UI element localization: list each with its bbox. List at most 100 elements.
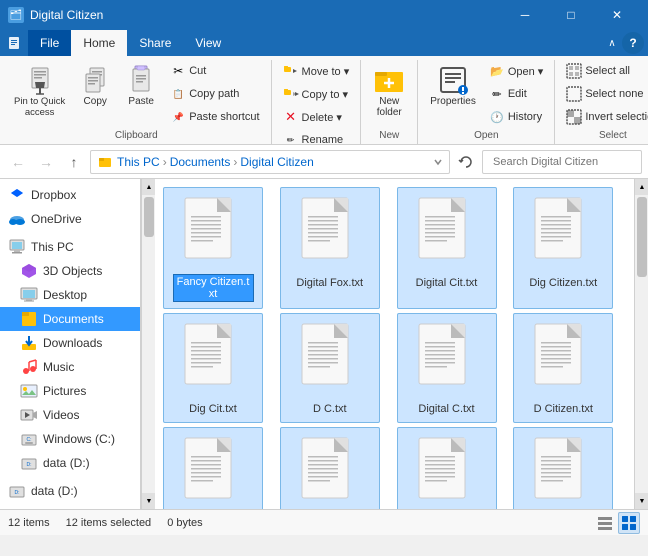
paste-shortcut-button[interactable]: 📌 Paste shortcut [165, 106, 264, 128]
file-icon-5 [177, 320, 249, 400]
sidebar-item-onedrive[interactable]: OneDrive [0, 207, 140, 231]
ribbon-group-clipboard: Pin to Quickaccess [2, 60, 272, 144]
edit-button[interactable]: ✏ Edit [484, 83, 549, 105]
file-item-digital-ctzn[interactable]: Digital Ctzn.txt [397, 427, 497, 509]
sidebar-item-documents[interactable]: Documents [0, 307, 140, 331]
file-item-digital-fox[interactable]: Digital Fox.txt [280, 187, 380, 309]
open-button[interactable]: 📂 Open ▾ [484, 60, 549, 82]
search-input[interactable] [493, 156, 635, 168]
view-large-icons-button[interactable] [618, 512, 640, 534]
open-icon: 📂 [489, 63, 505, 79]
tab-share[interactable]: Share [127, 30, 183, 56]
breadcrumb-this-pc[interactable]: This PC [117, 155, 160, 169]
search-box[interactable] [482, 150, 642, 174]
app-icon: 🗂 [8, 7, 24, 23]
back-button[interactable]: ← [6, 150, 30, 174]
history-button[interactable]: 🕐 History [484, 106, 549, 128]
properties-label: Properties [430, 96, 476, 107]
sidebar-item-music[interactable]: Music [0, 355, 140, 379]
file-scroll-thumb[interactable] [637, 197, 647, 277]
select-all-button[interactable]: Select all [561, 60, 648, 82]
delete-button[interactable]: ✕ Delete ▾ [278, 106, 355, 128]
sidebar-item-this-pc[interactable]: This PC [0, 235, 140, 259]
tab-view[interactable]: View [183, 30, 233, 56]
breadcrumb-documents[interactable]: Documents [170, 155, 231, 169]
cut-button[interactable]: ✂ Cut [165, 60, 264, 82]
file-scroll-down[interactable]: ▼ [635, 493, 648, 509]
pin-to-quick-access-button[interactable]: Pin to Quickaccess [8, 60, 71, 123]
sidebar-item-3d-objects[interactable]: 3D Objects [0, 259, 140, 283]
sidebar-item-downloads[interactable]: Downloads [0, 331, 140, 355]
sidebar-scrollbar: ▲ ▼ [141, 179, 155, 509]
new-folder-button[interactable]: Newfolder [367, 60, 411, 122]
copy-path-button[interactable]: 📋 Copy path [165, 83, 264, 105]
ribbon-content: Pin to Quickaccess [0, 56, 648, 144]
new-folder-icon [373, 64, 405, 96]
sidebar-item-desktop[interactable]: Desktop [0, 283, 140, 307]
this-pc-label: This PC [31, 240, 74, 254]
sidebar-item-network[interactable]: Network [0, 507, 140, 509]
sidebar-scroll-up[interactable]: ▲ [142, 179, 156, 195]
sidebar-item-data-d[interactable]: D: data (D:) [0, 451, 140, 475]
file-scroll-up[interactable]: ▲ [635, 179, 648, 195]
refresh-button[interactable] [454, 150, 478, 174]
paste-icon [125, 64, 157, 96]
copy-to-button[interactable]: Copy to ▾ [278, 83, 355, 105]
title-bar: 🗂 Digital Citizen ─ □ ✕ [0, 0, 648, 30]
file-item-dig-cit[interactable]: Dig Cit.txt [163, 313, 263, 423]
file-item-digital-citizen[interactable]: Digital Citizen.txt [513, 427, 613, 509]
invert-selection-button[interactable]: Invert selection [561, 106, 648, 128]
paste-shortcut-icon: 📌 [170, 109, 186, 125]
minimize-button[interactable]: ─ [502, 0, 548, 30]
delete-label: Delete ▾ [302, 111, 342, 124]
sidebar-item-pictures[interactable]: Pictures [0, 379, 140, 403]
forward-button[interactable]: → [34, 150, 58, 174]
file-icon-7 [411, 320, 483, 400]
file-label-renaming-1[interactable]: Fancy Citizen.txt [173, 274, 254, 302]
sidebar-item-windows-c[interactable]: C: Windows (C:) [0, 427, 140, 451]
file-item-digital-c[interactable]: Digital C.txt [397, 313, 497, 423]
maximize-button[interactable]: □ [548, 0, 594, 30]
file-icon-3 [411, 194, 483, 274]
file-item-dig-citizen[interactable]: Dig Citizen.txt [513, 187, 613, 309]
ribbon-group-new: Newfolder New [361, 60, 418, 144]
sidebar-item-dropbox[interactable]: Dropbox [0, 183, 140, 207]
select-none-button[interactable]: Select none [561, 83, 648, 105]
file-item-fancy-citizen[interactable]: Fancy Citizen.txt [163, 187, 263, 309]
file-label-6: D C.txt [311, 402, 349, 416]
file-item-d-c[interactable]: D C.txt [280, 313, 380, 423]
videos-label: Videos [43, 408, 79, 422]
sidebar-scroll-thumb[interactable] [144, 197, 154, 237]
open-label: Open [474, 128, 498, 144]
documents-label: Documents [43, 312, 104, 326]
properties-icon [437, 64, 469, 96]
file-icon-2 [294, 194, 366, 274]
view-details-button[interactable] [594, 512, 616, 534]
cut-icon: ✂ [170, 63, 186, 79]
file-item-d-citizen[interactable]: D Citizen.txt [513, 313, 613, 423]
close-button[interactable]: ✕ [594, 0, 640, 30]
paste-button[interactable]: Paste [119, 60, 163, 111]
tab-file[interactable]: File [28, 30, 71, 56]
sidebar-item-videos[interactable]: Videos [0, 403, 140, 427]
sidebar-scroll-down[interactable]: ▼ [142, 493, 156, 509]
rename-button[interactable]: ✏ Rename [278, 129, 355, 151]
up-button[interactable]: ↑ [62, 150, 86, 174]
file-item-dgtl-citizen[interactable]: Dgtl Citizen.txt [280, 427, 380, 509]
downloads-icon [20, 334, 38, 352]
file-item-dgtl-ctzn[interactable]: Dgtl Ctzn.txt [163, 427, 263, 509]
paste-shortcut-label: Paste shortcut [189, 111, 259, 123]
breadcrumb[interactable]: This PC › Documents › Digital Citizen [90, 150, 450, 174]
copy-button[interactable]: Copy [73, 60, 117, 111]
move-to-button[interactable]: Move to ▾ [278, 60, 355, 82]
copy-path-icon: 📋 [170, 86, 186, 102]
properties-button[interactable]: Properties [424, 60, 482, 111]
sidebar-item-data-d-standalone[interactable]: D: data (D:) [0, 479, 140, 503]
ribbon-group-select: Select all Select none Invert selection [555, 60, 648, 144]
tab-home[interactable]: Home [71, 30, 127, 56]
file-item-digital-cit[interactable]: Digital Cit.txt [397, 187, 497, 309]
qat-properties-button[interactable] [4, 33, 24, 53]
ribbon-collapse-button[interactable]: ∧ [602, 33, 622, 53]
breadcrumb-digital-citizen[interactable]: Digital Citizen [240, 155, 313, 169]
help-button[interactable]: ? [622, 32, 644, 54]
